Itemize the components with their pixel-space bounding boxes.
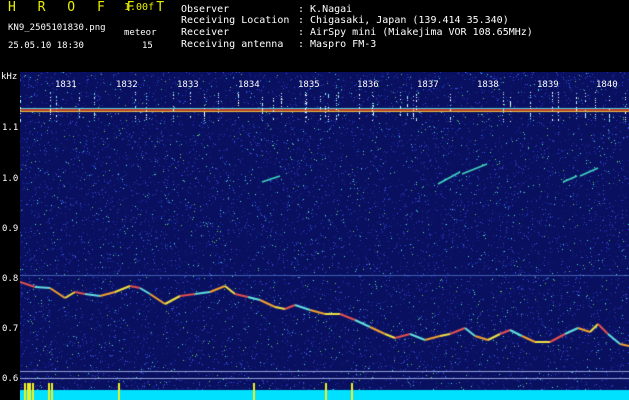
app-version: 1.00f xyxy=(124,2,155,13)
time-tick: 1838 xyxy=(477,80,499,90)
antenna-value: : Maspro FM-3 xyxy=(298,39,377,50)
y-tick: 1.0 xyxy=(2,174,19,184)
time-tick: 1834 xyxy=(238,80,260,90)
meteor-label: meteor xyxy=(124,28,157,38)
receiver-label: Receiver xyxy=(181,27,230,38)
time-tick: 1840 xyxy=(596,80,618,90)
time-tick: 1836 xyxy=(357,80,379,90)
location-value: : Chigasaki, Japan (139.414 35.340) xyxy=(298,15,509,26)
y-tick: 0.6 xyxy=(2,374,19,384)
time-tick: 1831 xyxy=(55,80,77,90)
time-tick: 1839 xyxy=(537,80,559,90)
file-name: KN9_2505101830.png xyxy=(8,23,106,33)
spectrogram-canvas xyxy=(20,72,629,400)
hroft-window: H R O F F T 1.00f KN9_2505101830.png 25.… xyxy=(0,0,629,400)
time-tick: 1833 xyxy=(177,80,199,90)
time-tick: 1835 xyxy=(298,80,320,90)
receiver-value: : AirSpy mini (Miakejima VOR 108.65MHz) xyxy=(298,27,533,38)
y-axis-unit: kHz xyxy=(1,72,18,82)
time-tick: 1832 xyxy=(116,80,138,90)
y-tick: 0.9 xyxy=(2,224,19,234)
record-datetime: 25.05.10 18:30 xyxy=(8,41,84,51)
time-tick: 1837 xyxy=(417,80,439,90)
location-label: Receiving Location xyxy=(181,15,290,26)
y-tick: 1.1 xyxy=(2,123,19,133)
y-tick: 0.8 xyxy=(2,274,19,284)
meteor-count: 15 xyxy=(142,41,153,51)
y-tick: 0.7 xyxy=(2,324,19,334)
antenna-label: Receiving antenna xyxy=(181,39,284,50)
